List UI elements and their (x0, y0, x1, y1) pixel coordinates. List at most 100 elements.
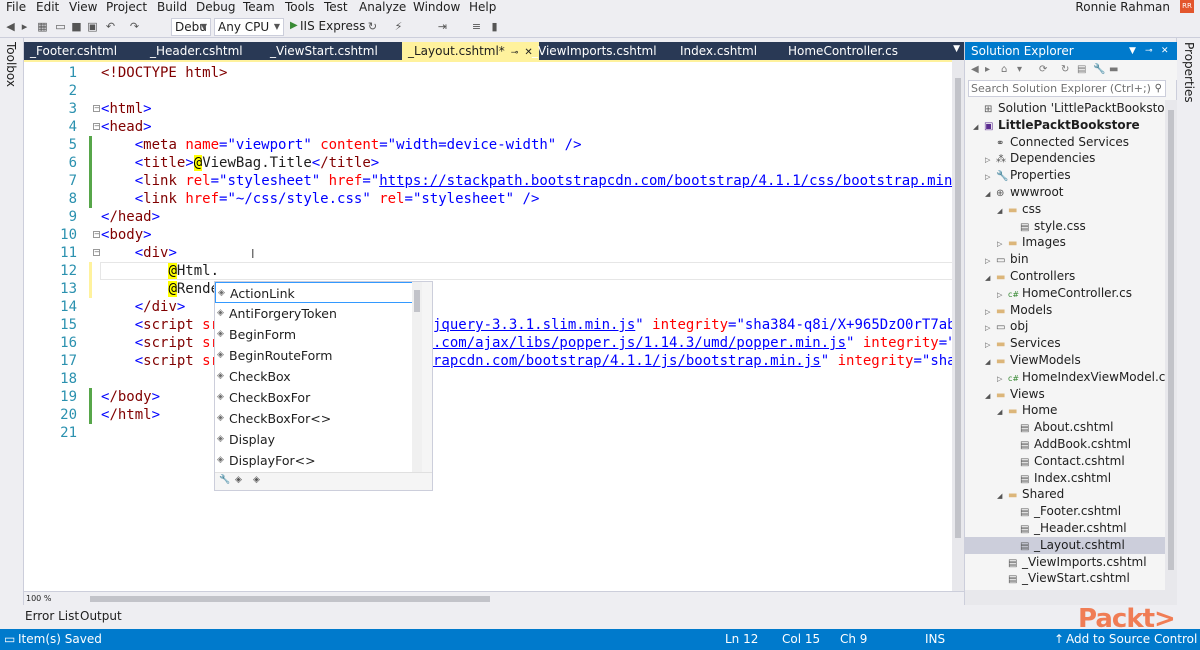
new-project-icon[interactable]: ▦ (36, 20, 49, 33)
menu-view[interactable]: View (69, 0, 97, 16)
sync-icon[interactable]: ⟳ (1039, 64, 1047, 75)
comment-icon[interactable]: ≡ (470, 20, 483, 33)
tree-node[interactable]: ⚭ Connected Services (965, 134, 1165, 151)
tab-layout[interactable]: _Layout.cshtml* ⊸ ✕ (402, 42, 539, 60)
code-editor[interactable]: 1 2 3 4 5 6 7 8 9 10 11 12 13 14 15 16 1… (24, 60, 986, 593)
code-link[interactable]: rapcdn.com/bootstrap/4.1.1/js/bootstrap.… (433, 353, 821, 369)
tree-node[interactable]: ▷ 🔧 Properties (965, 167, 1165, 184)
forward-icon[interactable]: ▸ (18, 20, 31, 33)
toolbox-tab[interactable]: Toolbox (4, 42, 18, 87)
wrench-icon[interactable]: 🔧 (219, 475, 230, 485)
tree-node[interactable]: ▷ ▭ bin (965, 251, 1165, 268)
tree-node[interactable]: ◢ ▣ LittlePacktBookstore (965, 117, 1165, 134)
tree-node[interactable]: ▷ c# HomeIndexViewModel.cs (965, 369, 1165, 386)
user-avatar[interactable]: RR (1180, 0, 1194, 13)
code-link[interactable]: .com/ajax/libs/popper.js/1.14.3/umd/popp… (433, 335, 846, 351)
tab-footer[interactable]: _Footer.cshtml (30, 42, 117, 60)
back-icon[interactable]: ◀ (4, 20, 17, 33)
tree-node[interactable]: ▤ Index.cshtml (965, 470, 1165, 487)
menu-debug[interactable]: Debug (196, 0, 235, 16)
menu-window[interactable]: Window (413, 0, 460, 16)
tree-node[interactable]: ◢ ▬ Controllers (965, 268, 1165, 285)
zoom-level-select[interactable]: 100 % (26, 593, 51, 604)
fold-toggle-icon[interactable]: − (93, 249, 100, 256)
menu-project[interactable]: Project (106, 0, 147, 16)
scrollbar-thumb[interactable] (955, 78, 961, 538)
menu-test[interactable]: Test (324, 0, 348, 16)
horizontal-scrollbar-thumb[interactable] (90, 596, 490, 602)
tree-node[interactable]: ▷ ▭ obj (965, 318, 1165, 335)
save-all-icon[interactable]: ▣ (86, 20, 99, 33)
tree-node[interactable]: ▤ Contact.cshtml (965, 453, 1165, 470)
menu-edit[interactable]: Edit (36, 0, 59, 16)
open-file-icon[interactable]: ▭ (54, 20, 67, 33)
tree-node[interactable]: ▷ ▬ Models (965, 302, 1165, 319)
completion-item[interactable]: ◈ AntiForgeryToken (215, 303, 422, 324)
tree-node[interactable]: ▤ _Footer.cshtml (965, 503, 1165, 520)
completion-item[interactable]: ◈ CheckBoxFor<> (215, 408, 422, 429)
tab-index[interactable]: Index.cshtml (680, 42, 757, 60)
tree-node[interactable]: ◢ ▬ ViewModels (965, 352, 1165, 369)
navigate-icon[interactable]: ⇥ (436, 20, 449, 33)
tree-node[interactable]: ▤ style.css (965, 218, 1165, 235)
menu-analyze[interactable]: Analyze (359, 0, 406, 16)
scrollbar-thumb[interactable] (1168, 110, 1174, 570)
extension-filter-icon[interactable]: ◈ (253, 475, 260, 485)
run-button[interactable]: ▶ IIS Express (288, 18, 365, 36)
pin-icon[interactable]: ⊸ (511, 48, 519, 58)
completion-item[interactable]: ◈ DisplayFor<> (215, 450, 422, 471)
menu-build[interactable]: Build (157, 0, 187, 16)
fold-toggle-icon[interactable]: − (93, 231, 100, 238)
redo-icon[interactable]: ↷ (128, 20, 141, 33)
tab-output[interactable]: Output (80, 609, 122, 623)
tree-node[interactable]: ▷ ▬ Images (965, 234, 1165, 251)
close-icon[interactable]: ✕ (1161, 42, 1169, 60)
bookmark-icon[interactable]: ▮ (488, 20, 501, 33)
solution-configuration-select[interactable]: Debu ▼ (171, 18, 211, 36)
solution-platform-select[interactable]: Any CPU ▼ (214, 18, 284, 36)
properties-tab[interactable]: Properties (1182, 42, 1196, 103)
menu-tools[interactable]: Tools (285, 0, 315, 16)
completion-item[interactable]: ◈ CheckBox (215, 366, 422, 387)
search-icon[interactable]: ⚲ (1155, 81, 1162, 96)
tree-node[interactable]: ▤ About.cshtml (965, 419, 1165, 436)
fold-toggle-icon[interactable]: − (93, 105, 100, 112)
menu-help[interactable]: Help (469, 0, 496, 16)
fold-toggle-icon[interactable]: − (93, 123, 100, 130)
user-name[interactable]: Ronnie Rahman (1075, 0, 1170, 14)
tab-viewimports[interactable]: _ViewImports.cshtml (532, 42, 657, 60)
tree-node[interactable]: ▷ c# HomeController.cs (965, 285, 1165, 302)
refresh-icon[interactable]: ↻ (1061, 64, 1069, 75)
editor-vertical-scrollbar[interactable] (952, 60, 964, 591)
completion-item[interactable]: ◈ Display (215, 429, 422, 450)
preview-icon[interactable]: ▬ (1109, 64, 1118, 75)
browser-link-icon[interactable]: ⚡ (392, 20, 405, 33)
add-to-source-control-button[interactable]: Add to Source Control (1066, 632, 1197, 646)
tree-node[interactable]: ◢ ▬ Views (965, 386, 1165, 403)
completion-item[interactable]: ◈ BeginRouteForm (215, 345, 422, 366)
completion-scrollbar[interactable] (412, 282, 422, 472)
back-icon[interactable]: ◀ (971, 64, 979, 75)
tab-viewstart[interactable]: _ViewStart.cshtml (270, 42, 378, 60)
completion-item[interactable]: ◈ CheckBoxFor (215, 387, 422, 408)
tab-error-list[interactable]: Error List (25, 609, 79, 623)
tree-node[interactable]: ⊞ Solution 'LittlePacktBookstore' (1 (965, 100, 1165, 117)
code-link[interactable]: jquery-3.3.1.slim.min.js (433, 317, 635, 333)
tree-node[interactable]: ◢ ⊕ wwwroot (965, 184, 1165, 201)
refresh-icon[interactable]: ↻ (366, 20, 379, 33)
pin-icon[interactable]: ⊸ (1145, 42, 1153, 60)
tree-node[interactable]: ▤ _Header.cshtml (965, 520, 1165, 537)
tree-node[interactable]: ▤ AddBook.cshtml (965, 436, 1165, 453)
code-link[interactable]: https://stackpath.bootstrapcdn.com/boots… (379, 173, 986, 189)
solution-tree-vertical-scrollbar[interactable] (1165, 100, 1177, 590)
tree-node[interactable]: ◢ ▬ Home (965, 402, 1165, 419)
save-icon[interactable]: ■ (70, 20, 83, 33)
collapse-all-icon[interactable]: ▤ (1077, 64, 1086, 75)
tab-homecontroller[interactable]: HomeController.cs (788, 42, 898, 60)
chevron-down-icon[interactable]: ▾ (1017, 64, 1022, 75)
scrollbar-thumb[interactable] (414, 290, 420, 312)
completion-item[interactable]: ◈ ActionLink (215, 282, 422, 303)
undo-icon[interactable]: ↶ (104, 20, 117, 33)
tree-node[interactable]: ◢ ▬ Shared (965, 486, 1165, 503)
tree-node[interactable]: ▷ ▬ Services (965, 335, 1165, 352)
